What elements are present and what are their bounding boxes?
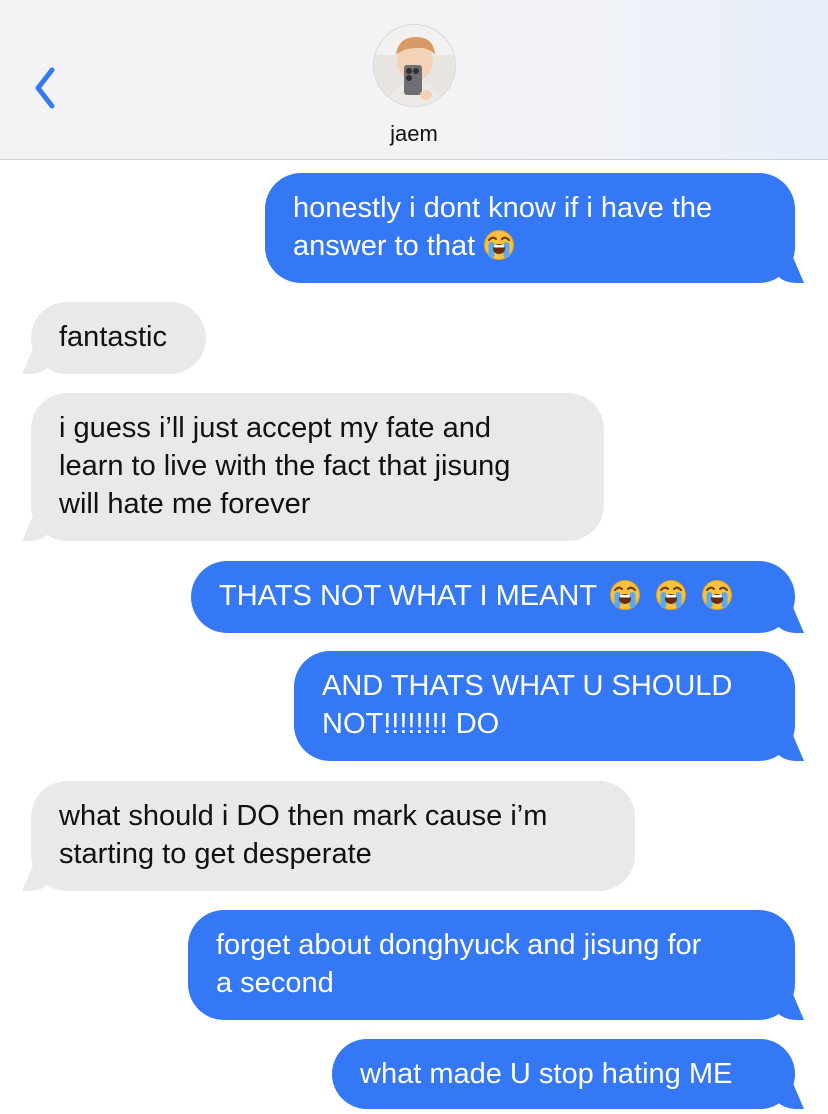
- loudly-crying-face-icon: [609, 579, 641, 611]
- contact-avatar[interactable]: [373, 24, 456, 107]
- back-button[interactable]: [22, 60, 72, 116]
- message-text: answer to that: [293, 227, 767, 265]
- loudly-crying-face-icon: [655, 579, 687, 611]
- message-bubble-sent[interactable]: AND THATS WHAT U SHOULD NOT!!!!!!!! DO: [294, 651, 795, 761]
- message-bubble-sent[interactable]: THATS NOT WHAT I MEANT: [191, 561, 795, 633]
- message-text: THATS NOT WHAT I MEANT: [219, 577, 767, 615]
- message-bubble-received[interactable]: fantastic: [31, 302, 206, 374]
- message-bubble-sent[interactable]: honestly i dont know if i have the answe…: [265, 173, 795, 283]
- message-text: forget about donghyuck and jisung for: [216, 929, 702, 961]
- message-bubble-received[interactable]: what should i DO then mark cause i’m sta…: [31, 781, 635, 891]
- message-text: honestly i dont know if i have the: [293, 192, 713, 224]
- message-text: i guess i’ll just accept my fate and: [59, 412, 491, 444]
- message-text: fantastic: [59, 321, 167, 353]
- loudly-crying-face-icon: [483, 229, 515, 261]
- message-bubble-sent[interactable]: what made U stop hating ME: [332, 1039, 795, 1109]
- message-text: what should i DO then mark cause i’m: [59, 800, 548, 832]
- conversation-header: jaem: [0, 0, 828, 160]
- message-text: NOT!!!!!!!! DO: [322, 708, 500, 740]
- message-text: learn to live with the fact that jisung: [59, 450, 511, 482]
- message-bubble-sent[interactable]: forget about donghyuck and jisung for a …: [188, 910, 795, 1020]
- message-text: a second: [216, 967, 334, 999]
- message-text: starting to get desperate: [59, 838, 372, 870]
- message-text: AND THATS WHAT U SHOULD: [322, 670, 733, 702]
- chevron-left-icon: [35, 67, 55, 109]
- loudly-crying-face-icon: [701, 579, 733, 611]
- message-text: will hate me forever: [59, 488, 311, 520]
- message-bubble-received[interactable]: i guess i’ll just accept my fate and lea…: [31, 393, 604, 541]
- message-text: what made U stop hating ME: [360, 1058, 733, 1090]
- contact-name[interactable]: jaem: [0, 121, 828, 147]
